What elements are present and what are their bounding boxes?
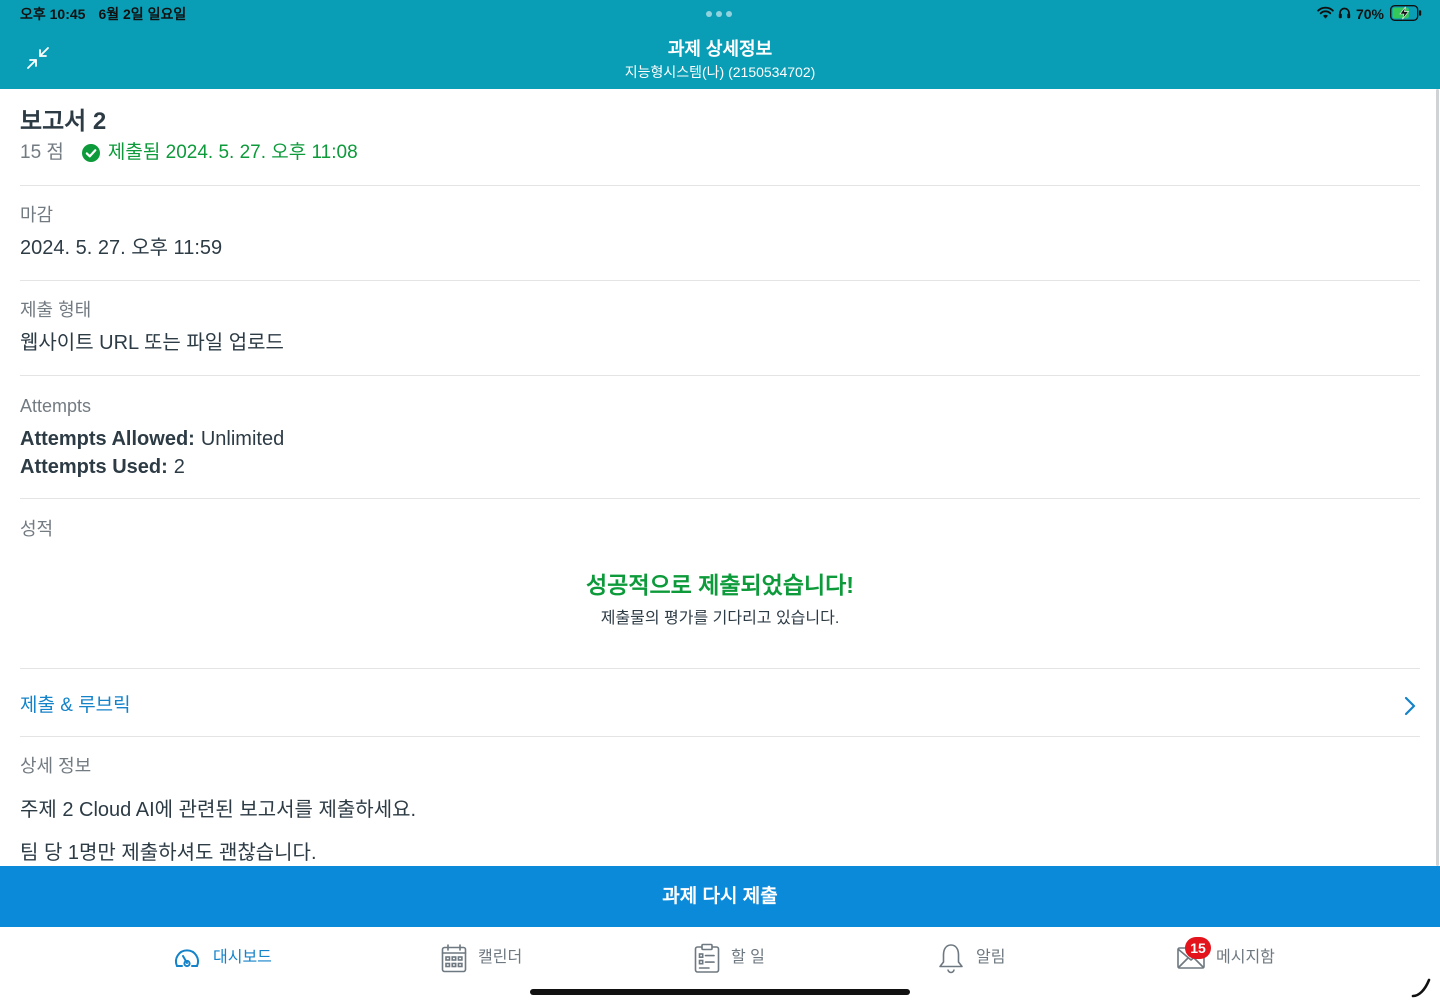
due-value: 2024. 5. 27. 오후 11:59 (20, 237, 223, 259)
tab-notifications-label: 알림 (976, 949, 1006, 966)
submission-rubric-label: 제출 & 루브릭 (20, 695, 131, 716)
multitasking-dots-icon[interactable] (706, 11, 732, 17)
assignment-title: 보고서 2 (20, 108, 107, 135)
tab-dashboard-label: 대시보드 (213, 949, 272, 966)
assignment-meta: 15 점 제출됨 2024. 5. 27. 오후 11:08 (20, 140, 358, 166)
details-label: 상세 정보 (20, 756, 92, 776)
clipboard-icon (694, 943, 720, 973)
course-subtitle: 지능형시스템(나) (2150534702) (624, 64, 816, 80)
attempts-allowed-value: Unlimited (200, 428, 285, 450)
divider (20, 736, 1420, 737)
envelope-icon: 15 (1177, 937, 1211, 969)
divider (20, 185, 1420, 186)
submission-type-value: 웹사이트 URL 또는 파일 업로드 (20, 332, 284, 354)
status-bar-right: 70% (1317, 4, 1422, 24)
details-paragraph: 주제 2 Cloud AI에 관련된 보고서를 제출하세요. (20, 799, 417, 821)
submission-status: 제출됨 2024. 5. 27. 오후 11:08 (107, 142, 358, 163)
pencil-scribble-icon[interactable] (1410, 975, 1434, 999)
resubmit-assignment-button[interactable]: 과제 다시 제출 (0, 866, 1440, 927)
tab-calendar-label: 캘린더 (478, 949, 523, 966)
divider (20, 668, 1420, 669)
tab-calendar[interactable]: 캘린더 (441, 941, 522, 975)
attempts-allowed-label: Attempts Allowed: (20, 428, 195, 450)
calendar-icon (441, 943, 467, 973)
chevron-right-icon (1404, 696, 1416, 716)
attempts-used-label: Attempts Used: (20, 456, 168, 478)
status-bar-left: 오후 10:45 6월 2일 일요일 (20, 5, 186, 23)
details-paragraph: 팀 당 1명만 제출하셔도 괜찮습니다. (20, 842, 317, 864)
divider (20, 375, 1420, 376)
submission-type-label: 제출 형태 (20, 300, 92, 320)
due-label: 마감 (20, 205, 54, 225)
grade-label: 성적 (20, 519, 54, 539)
attempts-label: Attempts (20, 396, 92, 416)
attempts-used-value: 2 (173, 456, 185, 478)
top-header-area: 오후 10:45 6월 2일 일요일 70% 과제 상세정보 지능형시스템(나)… (0, 0, 1440, 89)
points-value: 15 점 (20, 142, 64, 163)
dashboard-gauge-icon (172, 946, 202, 970)
battery-charging-icon (1390, 4, 1422, 24)
grade-success-message: 성공적으로 제출되었습니다! (586, 572, 854, 598)
check-circle-icon (81, 144, 100, 162)
unread-count-badge: 15 (1185, 937, 1211, 959)
tab-todo-label: 할 일 (731, 949, 765, 966)
home-indicator[interactable] (530, 989, 910, 995)
page-title: 과제 상세정보 (667, 39, 773, 59)
tab-notifications[interactable]: 알림 (937, 941, 1005, 975)
attempts-allowed: Attempts Allowed: Unlimited (20, 426, 284, 452)
divider (20, 280, 1420, 281)
divider (20, 498, 1420, 499)
headphones-icon (1338, 6, 1351, 22)
battery-percentage: 70% (1355, 6, 1384, 22)
grade-pending-message: 제출물의 평가를 기다리고 있습니다. (600, 610, 840, 627)
tab-inbox-label: 메시지함 (1216, 949, 1275, 966)
status-time: 오후 10:45 (20, 6, 86, 22)
tab-inbox[interactable]: 15 메시지함 (1177, 937, 1275, 975)
submission-rubric-link[interactable]: 제출 & 루브릭 (0, 670, 1440, 736)
tab-todo[interactable]: 할 일 (694, 941, 765, 975)
status-date: 6월 2일 일요일 (98, 6, 187, 22)
bell-icon (937, 942, 965, 974)
content-scrollbar[interactable] (1436, 89, 1439, 866)
wifi-icon (1317, 6, 1334, 22)
attempts-used: Attempts Used: 2 (20, 454, 185, 480)
assignment-details-content[interactable]: 보고서 2 15 점 제출됨 2024. 5. 27. 오후 11:08 마감 … (0, 89, 1440, 866)
tab-dashboard[interactable]: 대시보드 (172, 941, 272, 975)
